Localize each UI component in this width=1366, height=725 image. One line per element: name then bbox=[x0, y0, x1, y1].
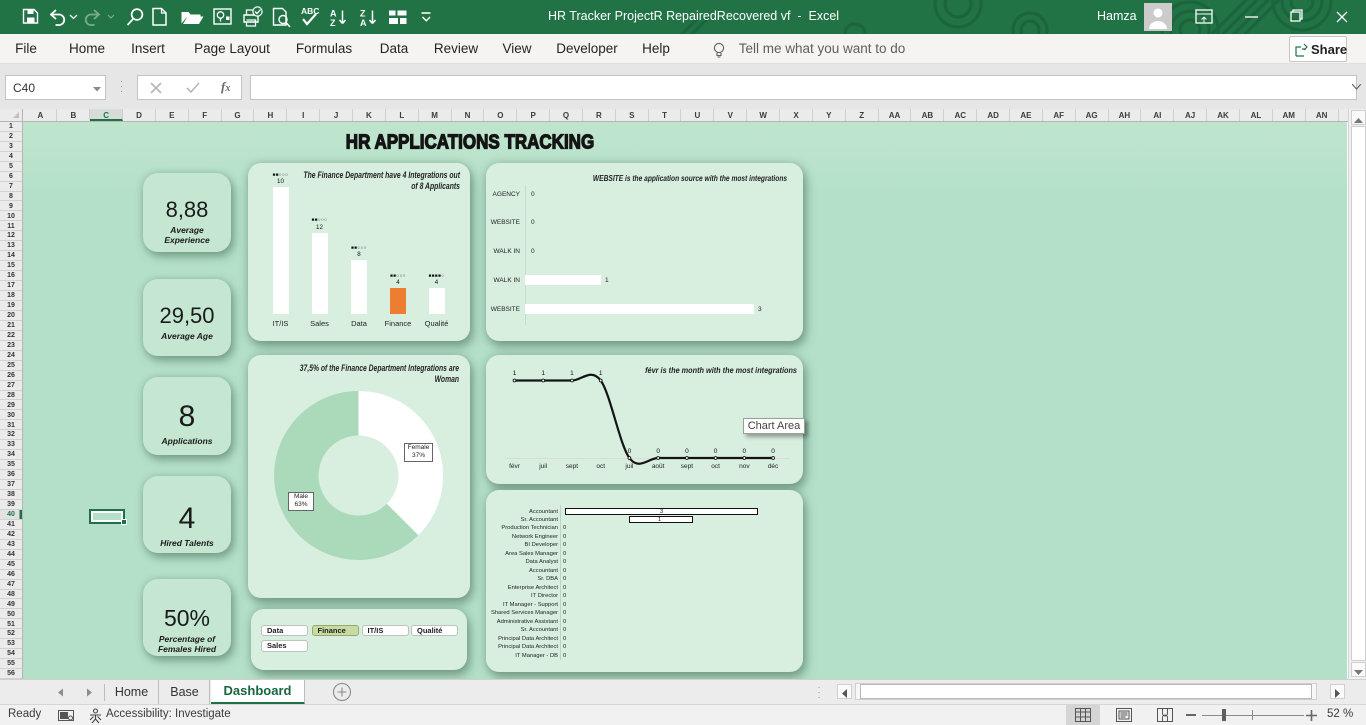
svg-text:Z: Z bbox=[330, 18, 336, 28]
svg-text:A: A bbox=[360, 18, 367, 28]
svg-text:Z: Z bbox=[360, 9, 366, 19]
svg-text:A: A bbox=[330, 9, 337, 19]
svg-text:ABC: ABC bbox=[301, 6, 319, 16]
